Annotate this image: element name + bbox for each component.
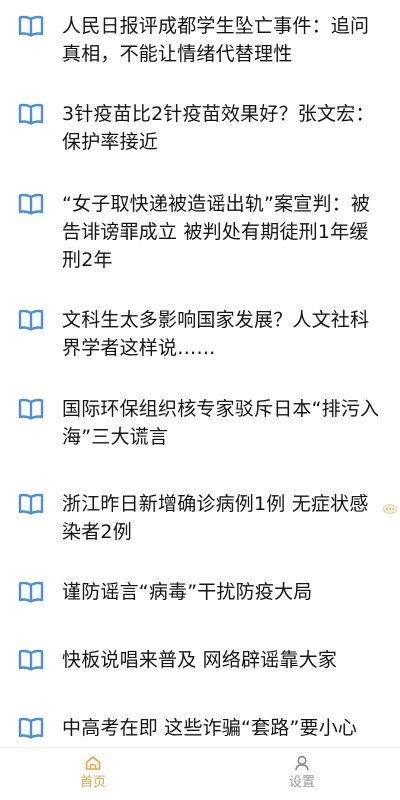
news-item[interactable]: 3针疫苗比2针疫苗效果好？张文宏：保护率接近 xyxy=(0,100,400,160)
book-icon xyxy=(18,309,44,331)
book-icon xyxy=(18,15,44,37)
home-icon xyxy=(84,754,102,772)
book-icon xyxy=(18,581,44,603)
nav-home-label: 首页 xyxy=(79,775,106,790)
news-item[interactable]: 文科生太多影响国家发展？人文社科界学者这样说…… xyxy=(0,306,400,366)
person-icon xyxy=(293,754,311,772)
news-item[interactable]: 人民日报评成都学生坠亡事件：追问真相，不能让情绪代替理性 xyxy=(0,12,400,92)
news-item[interactable]: 中高考在即 这些诈骗“套路”要小心 xyxy=(0,714,400,748)
news-title: 快板说唱来普及 网络辟谣靠大家 xyxy=(62,649,338,671)
book-icon xyxy=(18,493,44,515)
nav-home[interactable]: 首页 xyxy=(53,754,133,798)
news-title: 谨防谣言“病毒”干扰防疫大局 xyxy=(62,581,313,603)
news-title: 浙江昨日新增确诊病例1例 无症状感染者2例 xyxy=(62,493,369,543)
bottom-nav: 首页 设置 xyxy=(0,747,400,800)
news-title: 人民日报评成都学生坠亡事件：追问真相，不能让情绪代替理性 xyxy=(62,15,370,65)
book-icon xyxy=(18,398,44,420)
news-title: 文科生太多影响国家发展？人文社科界学者这样说…… xyxy=(62,309,370,359)
news-item[interactable]: “女子取快递被造谣出轨”案宣判：被告诽谤罪成立 被判处有期徒刑1年缓刑2年 xyxy=(0,190,400,280)
chat-bubble-icon xyxy=(382,500,398,514)
news-item[interactable]: 谨防谣言“病毒”干扰防疫大局 xyxy=(0,578,400,610)
book-icon xyxy=(18,717,44,739)
news-title: 中高考在即 这些诈骗“套路”要小心 xyxy=(62,717,358,739)
nav-settings-label: 设置 xyxy=(288,775,315,790)
book-icon xyxy=(18,193,44,215)
book-icon xyxy=(18,103,44,125)
news-title: 国际环保组织核专家驳斥日本“排污入海”三大谎言 xyxy=(62,398,380,448)
news-item[interactable]: 快板说唱来普及 网络辟谣靠大家 xyxy=(0,646,400,678)
book-icon xyxy=(18,649,44,671)
news-title: “女子取快递被造谣出轨”案宣判：被告诽谤罪成立 被判处有期徒刑1年缓刑2年 xyxy=(62,193,371,271)
news-item[interactable]: 国际环保组织核专家驳斥日本“排污入海”三大谎言 xyxy=(0,395,400,455)
nav-settings[interactable]: 设置 xyxy=(262,754,342,798)
news-list: 人民日报评成都学生坠亡事件：追问真相，不能让情绪代替理性 3针疫苗比2针疫苗效果… xyxy=(0,0,400,748)
news-title: 3针疫苗比2针疫苗效果好？张文宏：保护率接近 xyxy=(62,103,375,153)
news-item[interactable]: 浙江昨日新增确诊病例1例 无症状感染者2例 xyxy=(0,490,400,550)
